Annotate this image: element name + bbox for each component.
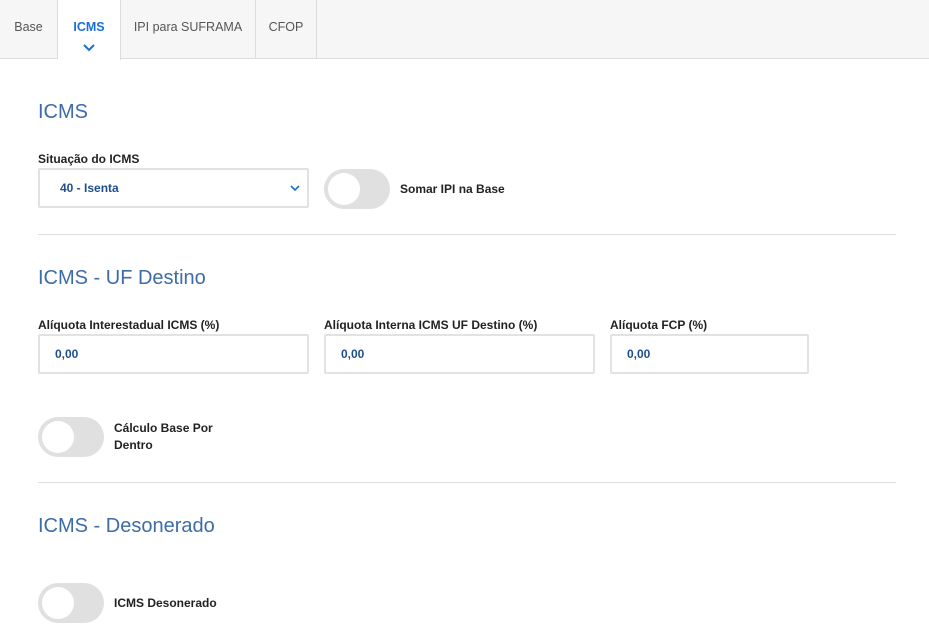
icms-desonerado-toggle[interactable] — [38, 583, 104, 623]
situacao-select[interactable]: 40 - Isenta — [38, 168, 309, 208]
somar-ipi-toggle[interactable] — [324, 169, 390, 209]
calculo-base-toggle[interactable] — [38, 417, 104, 457]
tab-icms-label: ICMS — [73, 20, 105, 34]
icms-section-title: ICMS — [38, 101, 88, 123]
tab-base-label: Base — [14, 20, 43, 34]
calculo-base-label: Cálculo Base Por Dentro — [114, 421, 213, 452]
icms-desonerado-label: ICMS Desonerado — [114, 596, 217, 610]
situacao-value: 40 - Isenta — [60, 181, 119, 195]
aliq-interna-value: 0,00 — [341, 347, 365, 361]
toggle-knob — [42, 587, 74, 619]
chevron-down-icon — [290, 185, 300, 192]
aliq-fcp-label: Alíquota FCP (%) — [610, 318, 708, 332]
toggle-knob — [42, 421, 74, 453]
aliq-interestadual-value: 0,00 — [55, 347, 79, 361]
toggle-knob — [328, 173, 360, 205]
aliq-interestadual-label: Alíquota Interestadual ICMS (%) — [38, 318, 220, 332]
uf-destino-section-title: ICMS - UF Destino — [38, 267, 206, 289]
tab-base[interactable]: Base — [0, 0, 58, 59]
tab-cfop[interactable]: CFOP — [256, 0, 317, 59]
tab-bar: Base ICMS IPI para SUFRAMA CFOP — [0, 0, 929, 60]
aliq-fcp-input[interactable]: 0,00 — [610, 334, 809, 374]
divider — [38, 234, 896, 235]
divider — [38, 482, 896, 483]
tab-ipi-suframa[interactable]: IPI para SUFRAMA — [121, 0, 256, 59]
aliq-interna-input[interactable]: 0,00 — [324, 334, 595, 374]
somar-ipi-label: Somar IPI na Base — [400, 182, 505, 196]
tab-ipi-suframa-label: IPI para SUFRAMA — [133, 20, 243, 34]
tab-icms[interactable]: ICMS — [58, 0, 121, 60]
aliq-interestadual-input[interactable]: 0,00 — [38, 334, 309, 374]
tab-cfop-label: CFOP — [268, 20, 304, 34]
situacao-label: Situação do ICMS — [38, 152, 140, 166]
desonerado-section-title: ICMS - Desonerado — [38, 515, 215, 537]
aliq-interna-label: Alíquota Interna ICMS UF Destino (%) — [324, 318, 538, 332]
chevron-down-icon — [83, 44, 95, 52]
aliq-fcp-value: 0,00 — [627, 347, 651, 361]
